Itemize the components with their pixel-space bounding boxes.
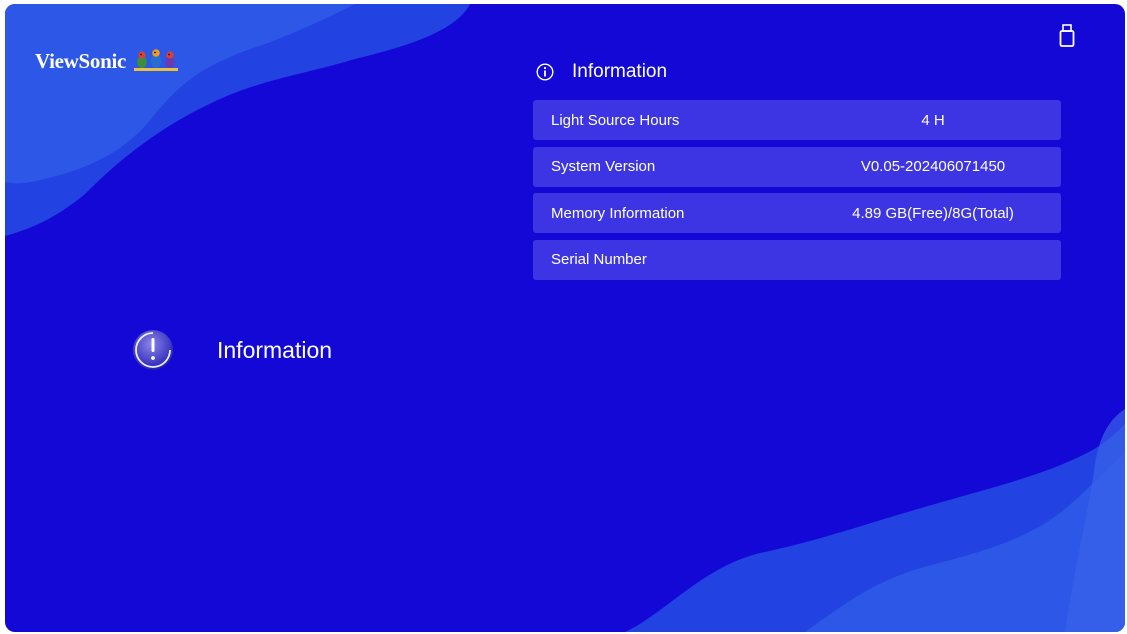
viewsonic-logo: ViewSonic [35, 44, 180, 78]
projector-screen: ViewSonic Information Information Light … [5, 4, 1125, 632]
background-waves [5, 4, 1125, 632]
panel-title: Information [572, 61, 668, 82]
info-row-memory-information[interactable]: Memory Information 4.89 GB(Free)/8G(Tota… [533, 193, 1061, 233]
lorikeet-birds-icon [134, 49, 179, 71]
row-label: System Version [551, 158, 656, 175]
info-row-system-version[interactable]: System Version V0.05-202406071450 [533, 146, 1061, 187]
row-label: Memory Information [551, 204, 685, 222]
menu-item-information[interactable]: Information [127, 327, 332, 373]
row-value: 4.89 GB(Free)/8G(Total) [852, 204, 1014, 222]
usb-drive-icon [1059, 24, 1075, 47]
row-value: V0.05-202406071450 [860, 158, 1006, 175]
row-label: Light Source Hours [551, 111, 680, 129]
info-circle-icon [536, 63, 554, 81]
panel-header: Information [536, 61, 667, 83]
logo-text: ViewSonic [35, 48, 127, 73]
menu-item-label: Information [217, 336, 333, 363]
info-exclamation-icon [133, 330, 173, 370]
row-label: Serial Number [551, 251, 647, 268]
row-value: 4 H [921, 111, 945, 129]
info-row-light-source-hours[interactable]: Light Source Hours 4 H [533, 100, 1061, 140]
info-row-serial-number[interactable]: Serial Number [533, 239, 1061, 280]
info-list: Light Source Hours 4 H System Version V0… [533, 100, 1061, 286]
